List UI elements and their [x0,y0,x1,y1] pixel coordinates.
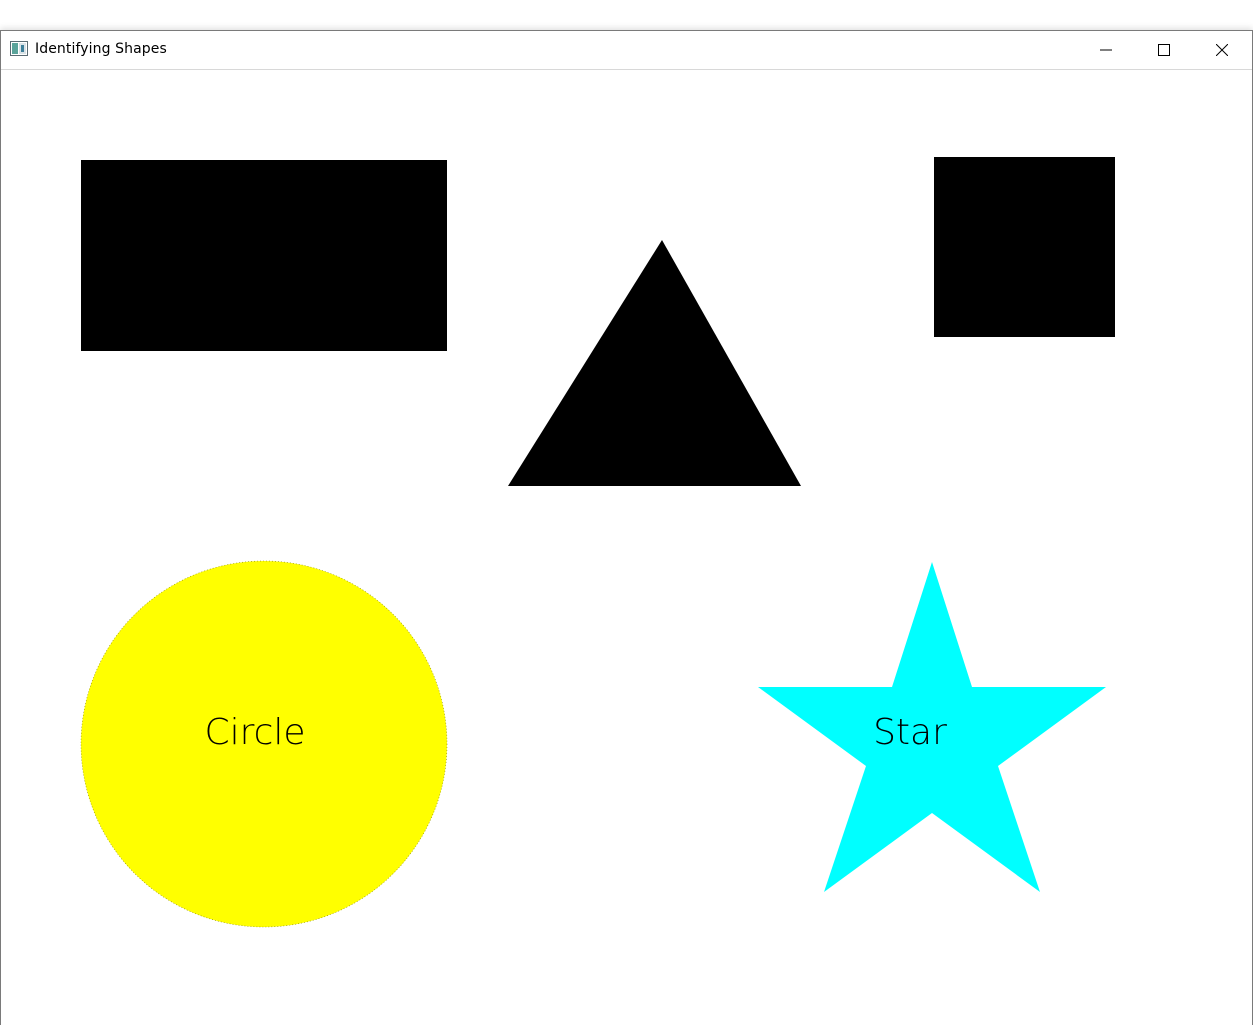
triangle-shape [508,240,801,486]
rectangle-shape [81,160,447,351]
shapes-canvas: Circle Star [1,70,1252,1025]
square-shape [934,157,1115,337]
window-title: Identifying Shapes [35,41,167,57]
title-bar[interactable]: Identifying Shapes [1,31,1252,70]
close-icon [1216,44,1228,56]
minimize-icon [1100,44,1112,56]
minimize-button[interactable] [1077,31,1135,69]
desktop-background [0,0,1253,30]
shapes-drawing: Circle Star [80,157,1115,928]
maximize-button[interactable] [1135,31,1193,69]
close-button[interactable] [1193,31,1251,69]
app-window-icon [10,41,28,56]
maximize-icon [1158,44,1170,56]
star-label: Star [873,712,947,753]
app-window: Identifying Shapes Circle Star [0,30,1253,1025]
circle-label: Circle [204,712,305,753]
